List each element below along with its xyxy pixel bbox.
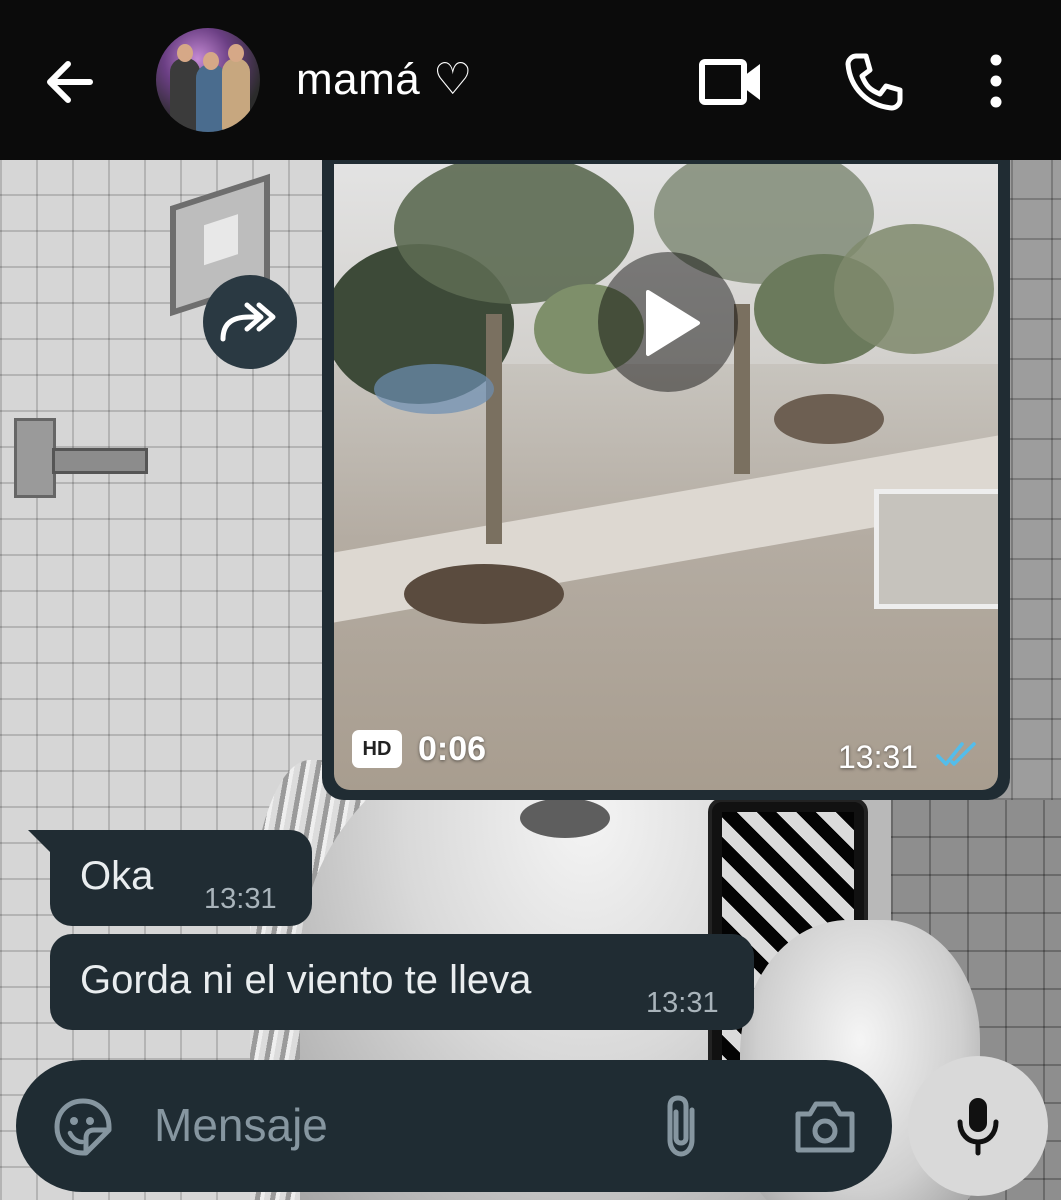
video-message-bubble[interactable]: HD 0:06 13:31 (322, 160, 1010, 800)
bubble-tail (28, 830, 52, 854)
camera-icon (795, 1101, 855, 1153)
paperclip-icon (667, 1095, 695, 1157)
voice-call-button[interactable] (842, 50, 904, 112)
message-text: Gorda ni el viento te lleva (80, 958, 532, 1002)
message-composer (16, 1060, 892, 1192)
microphone-icon (957, 1098, 999, 1156)
sticker-button[interactable] (52, 1096, 114, 1158)
voice-message-button[interactable] (908, 1056, 1048, 1196)
play-icon (646, 290, 700, 356)
forward-button[interactable] (203, 275, 297, 369)
more-options-button[interactable] (976, 50, 1016, 112)
hd-badge: HD (352, 730, 402, 768)
read-ticks-icon (936, 742, 976, 766)
message-text: Oka (80, 854, 154, 898)
phone-icon (845, 53, 903, 111)
video-call-button[interactable] (696, 52, 766, 112)
message-bubble[interactable]: Gorda ni el viento te lleva 13:31 (50, 934, 754, 1030)
message-time: 13:31 (204, 883, 277, 915)
video-thumbnail[interactable]: HD 0:06 13:31 (334, 164, 998, 790)
message-bubble[interactable]: Oka 13:31 (50, 830, 312, 926)
sticker-icon (54, 1098, 112, 1156)
camera-button[interactable] (792, 1098, 858, 1156)
back-button[interactable] (40, 52, 100, 112)
video-message-time: 13:31 (838, 739, 919, 775)
video-camera-icon (699, 59, 760, 105)
video-duration: 0:06 (418, 730, 487, 768)
message-input[interactable] (154, 1094, 574, 1156)
attach-button[interactable] (656, 1094, 706, 1160)
wallpaper-lips (520, 798, 610, 838)
contact-name[interactable]: mamá ♡ (296, 54, 473, 105)
wallpaper-shower-handle (14, 418, 148, 498)
forward-icon (220, 302, 276, 342)
chat-header: mamá ♡ (0, 0, 1061, 160)
more-vertical-icon (990, 54, 1002, 108)
play-button[interactable] (598, 252, 738, 392)
message-time: 13:31 (646, 987, 719, 1019)
contact-avatar[interactable] (156, 28, 260, 132)
arrow-left-icon (47, 61, 93, 103)
